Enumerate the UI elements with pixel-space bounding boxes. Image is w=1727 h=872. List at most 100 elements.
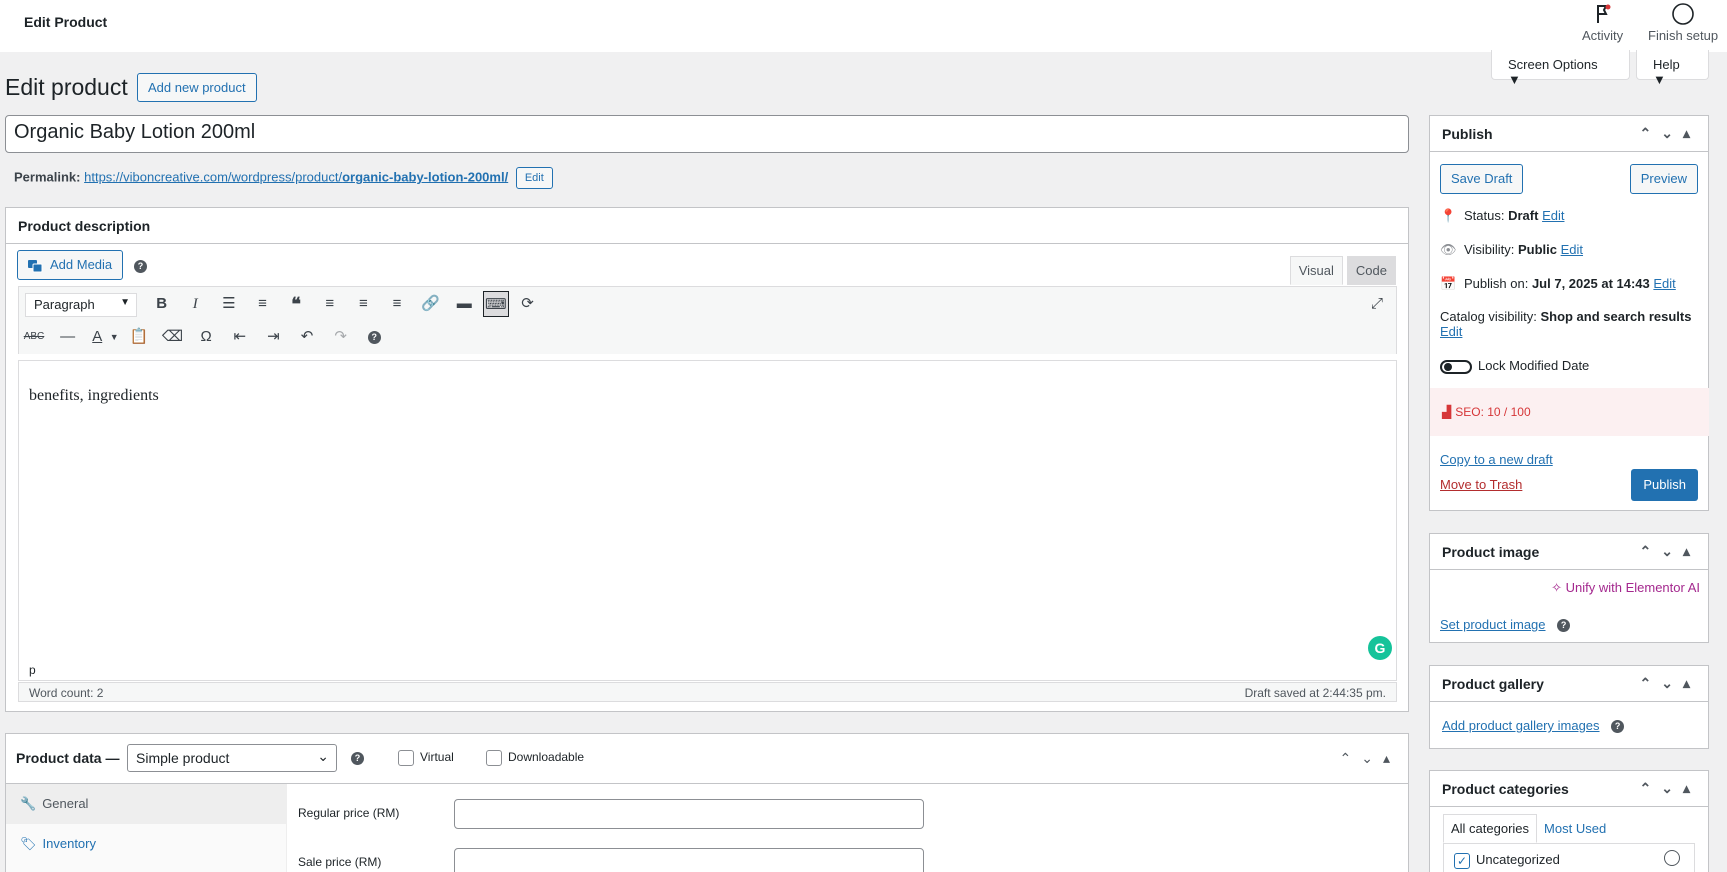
- box-controls[interactable]: ⌃⌄▴: [1640, 780, 1701, 797]
- grammarly-icon[interactable]: G: [1368, 636, 1392, 660]
- move-trash-link[interactable]: Move to Trash: [1440, 477, 1522, 492]
- box-controls[interactable]: ⌃⌄▴: [1640, 675, 1701, 692]
- help-icon[interactable]: ?: [351, 752, 364, 765]
- checkbox[interactable]: [398, 750, 414, 766]
- help-icon[interactable]: ?: [134, 260, 147, 273]
- product-data-box: Product data — Simple product ⌄ ? Virtual…: [5, 733, 1409, 872]
- align-center-icon[interactable]: ≡: [348, 291, 378, 317]
- box-controls[interactable]: ⌃⌄▴: [1340, 750, 1401, 767]
- bullet-list-icon[interactable]: ☰: [214, 291, 244, 317]
- elementor-ai-button[interactable]: ✧ Unify with Elementor AI: [1551, 580, 1700, 596]
- permalink-link[interactable]: https://viboncreative.com/wordpress/prod…: [84, 169, 508, 184]
- editor-toolbar-2: ABC — A ▼ 📋 ⌫ Ω ⇤ ⇥ ↶ ↷ ?: [18, 320, 1397, 354]
- align-right-icon[interactable]: ≡: [382, 291, 412, 317]
- product-image-heading-text: Product image: [1442, 544, 1540, 560]
- checkbox[interactable]: [486, 750, 502, 766]
- catalog-label: Catalog visibility:: [1440, 309, 1537, 324]
- finish-setup-button[interactable]: Finish setup: [1648, 2, 1718, 43]
- save-draft-button[interactable]: Save Draft: [1440, 164, 1524, 194]
- blockquote-icon[interactable]: ❝: [281, 291, 311, 317]
- fullscreen-icon[interactable]: ⤢: [1362, 291, 1392, 317]
- chevron-down-icon: ⌄: [317, 748, 329, 764]
- progress-circle-icon: [1672, 3, 1694, 25]
- screen-options-toggle[interactable]: Screen Options ▼: [1491, 50, 1630, 87]
- lock-modified-toggle[interactable]: [1440, 359, 1472, 374]
- regular-price-input[interactable]: [454, 799, 924, 829]
- tab-general[interactable]: 🔧 General: [6, 784, 286, 824]
- set-product-image-link[interactable]: Set product image: [1440, 617, 1546, 632]
- permalink: Permalink: https://viboncreative.com/wor…: [14, 167, 553, 189]
- checkbox[interactable]: ✓: [1454, 852, 1470, 869]
- product-title-input[interactable]: Organic Baby Lotion 200ml: [5, 115, 1409, 153]
- activity-button[interactable]: Activity: [1582, 2, 1623, 43]
- downloadable-checkbox[interactable]: Downloadable: [486, 750, 584, 766]
- permalink-label: Permalink:: [14, 169, 81, 185]
- editor-content[interactable]: benefits, ingredients: [18, 360, 1397, 662]
- regular-price-label: Regular price (RM): [298, 806, 400, 820]
- list-item[interactable]: ✓ Uncategorized: [1444, 844, 1694, 872]
- text-color-icon[interactable]: A: [86, 324, 108, 350]
- redo-icon[interactable]: ↷: [326, 324, 356, 350]
- box-controls[interactable]: ⌃⌄▴: [1640, 543, 1701, 560]
- add-media-button[interactable]: Add Media: [17, 250, 124, 280]
- copy-draft-link[interactable]: Copy to a new draft: [1440, 452, 1553, 467]
- tab-visual[interactable]: Visual: [1289, 256, 1343, 285]
- tab-code[interactable]: Code: [1346, 256, 1396, 285]
- sale-price-input[interactable]: [454, 848, 924, 872]
- link-icon[interactable]: 🔗: [416, 291, 446, 317]
- status-row: 📍 Status: Draft Edit: [1440, 208, 1564, 224]
- publish-date-edit-link[interactable]: Edit: [1653, 276, 1675, 291]
- horizontal-line-icon[interactable]: —: [53, 324, 83, 350]
- product-type-select[interactable]: Simple product ⌄: [127, 744, 337, 772]
- outdent-icon[interactable]: ⇤: [225, 324, 255, 350]
- publish-button[interactable]: Publish: [1631, 469, 1698, 501]
- visibility-edit-link[interactable]: Edit: [1561, 242, 1583, 257]
- permalink-base: https://viboncreative.com/wordpress/prod…: [84, 169, 343, 185]
- catalog-edit-link[interactable]: Edit: [1440, 324, 1462, 339]
- product-image-heading: Product image ⌃⌄▴: [1430, 534, 1708, 570]
- chevron-down-icon: ▼: [120, 297, 130, 308]
- catalog-value: Shop and search results: [1540, 309, 1692, 324]
- catalog-visibility-row: Catalog visibility: Shop and search resu…: [1440, 309, 1702, 339]
- read-more-icon[interactable]: ▬: [449, 291, 479, 317]
- flag-icon: [1596, 4, 1611, 23]
- preview-button[interactable]: Preview: [1629, 164, 1698, 194]
- clear-formatting-icon[interactable]: ⌫: [158, 324, 188, 350]
- help-icon[interactable]: ?: [1557, 619, 1571, 633]
- publish-on-label: Publish on:: [1464, 276, 1529, 291]
- tab-inventory[interactable]: 🏷 Inventory: [6, 824, 286, 864]
- set-image-row: Set product image ?: [1440, 617, 1571, 633]
- elementor-ai-label: Unify with Elementor AI: [1565, 580, 1700, 595]
- refresh-icon[interactable]: ⟳: [513, 291, 543, 317]
- tab-all-categories[interactable]: All categories: [1443, 814, 1538, 843]
- paste-text-icon[interactable]: 📋: [124, 324, 154, 350]
- numbered-list-icon[interactable]: ≡: [248, 291, 278, 317]
- tag-icon: 🏷: [20, 836, 37, 851]
- format-select[interactable]: Paragraph ▼: [25, 293, 137, 317]
- special-character-icon[interactable]: Ω: [191, 324, 221, 350]
- radio-icon[interactable]: [1664, 850, 1680, 866]
- tab-inventory-label: Inventory: [42, 836, 96, 851]
- box-controls[interactable]: ⌃⌄▴: [1640, 125, 1701, 142]
- help-toggle[interactable]: Help ▼: [1636, 50, 1709, 87]
- product-categories-heading-text: Product categories: [1442, 781, 1569, 797]
- virtual-checkbox[interactable]: Virtual: [398, 750, 454, 766]
- add-gallery-images-link[interactable]: Add product gallery images: [1442, 718, 1600, 733]
- chevron-down-icon[interactable]: ▼: [108, 324, 120, 350]
- product-gallery-box: Product gallery ⌃⌄▴ Add product gallery i…: [1429, 665, 1709, 749]
- status-edit-link[interactable]: Edit: [1542, 208, 1564, 223]
- italic-icon[interactable]: I: [180, 291, 210, 317]
- indent-icon[interactable]: ⇥: [258, 324, 288, 350]
- status-value: Draft: [1508, 208, 1539, 223]
- permalink-edit-button[interactable]: Edit: [515, 167, 553, 189]
- bold-icon[interactable]: B: [147, 291, 177, 317]
- keyboard-help-icon[interactable]: ?: [359, 324, 389, 350]
- tab-most-used[interactable]: Most Used: [1537, 815, 1613, 842]
- undo-icon[interactable]: ↶: [292, 324, 322, 350]
- word-count: Word count: 2: [29, 686, 104, 700]
- strikethrough-icon[interactable]: ABC: [19, 324, 49, 350]
- add-new-product-button[interactable]: Add new product: [137, 73, 257, 102]
- help-icon[interactable]: ?: [1611, 720, 1625, 734]
- align-left-icon[interactable]: ≡: [315, 291, 345, 317]
- toolbar-toggle-icon[interactable]: ⌨: [482, 291, 509, 317]
